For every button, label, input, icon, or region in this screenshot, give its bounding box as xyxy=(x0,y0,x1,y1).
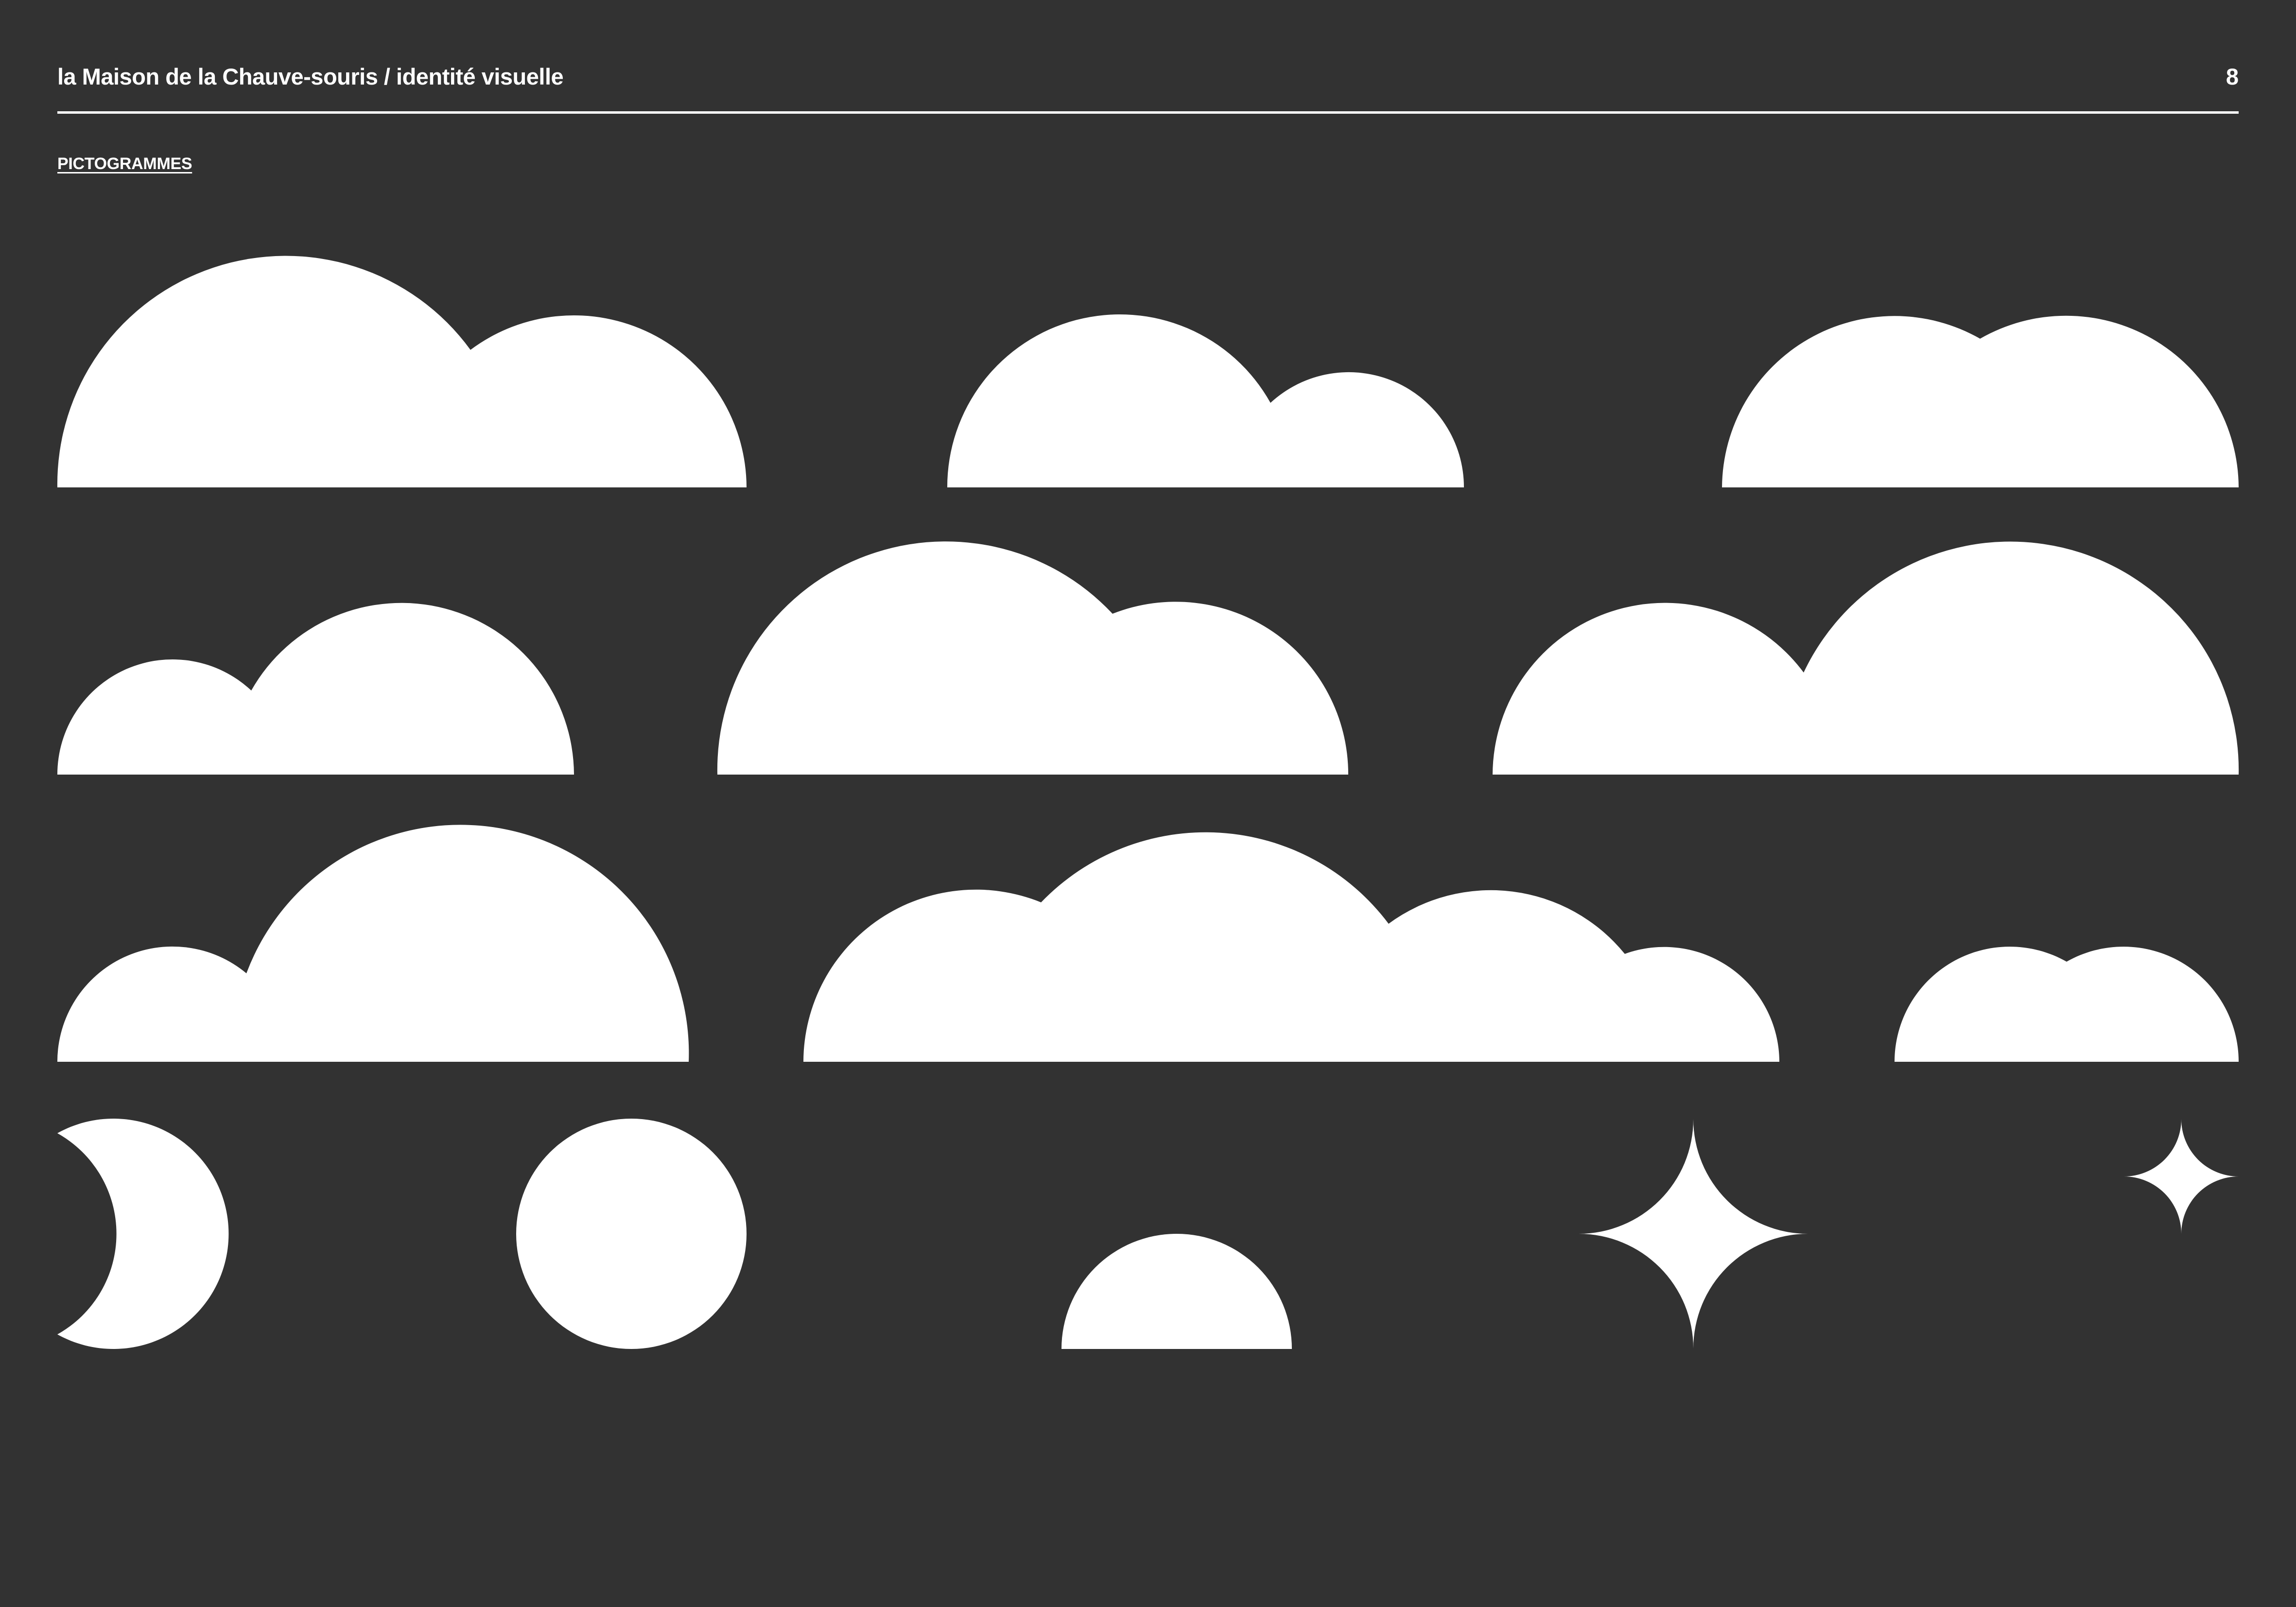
cloud-icon xyxy=(57,603,574,775)
cloud-icon xyxy=(1895,947,2239,1062)
cloud-icon xyxy=(947,314,1464,487)
cloud-icon xyxy=(1722,315,2239,487)
cloud-icon xyxy=(717,541,1349,775)
cloud-icon xyxy=(803,832,1779,1062)
full-moon-icon xyxy=(516,1119,747,1349)
large-star-icon xyxy=(1579,1119,1808,1348)
cloud-icon xyxy=(57,825,689,1062)
small-star-icon xyxy=(2124,1119,2239,1234)
half-sun-icon xyxy=(1061,1234,1292,1349)
pictogram-grid xyxy=(57,256,2239,1349)
cloud-icon xyxy=(1493,541,2239,775)
cloud-icon xyxy=(57,256,747,487)
crescent-moon-icon xyxy=(57,1119,229,1349)
